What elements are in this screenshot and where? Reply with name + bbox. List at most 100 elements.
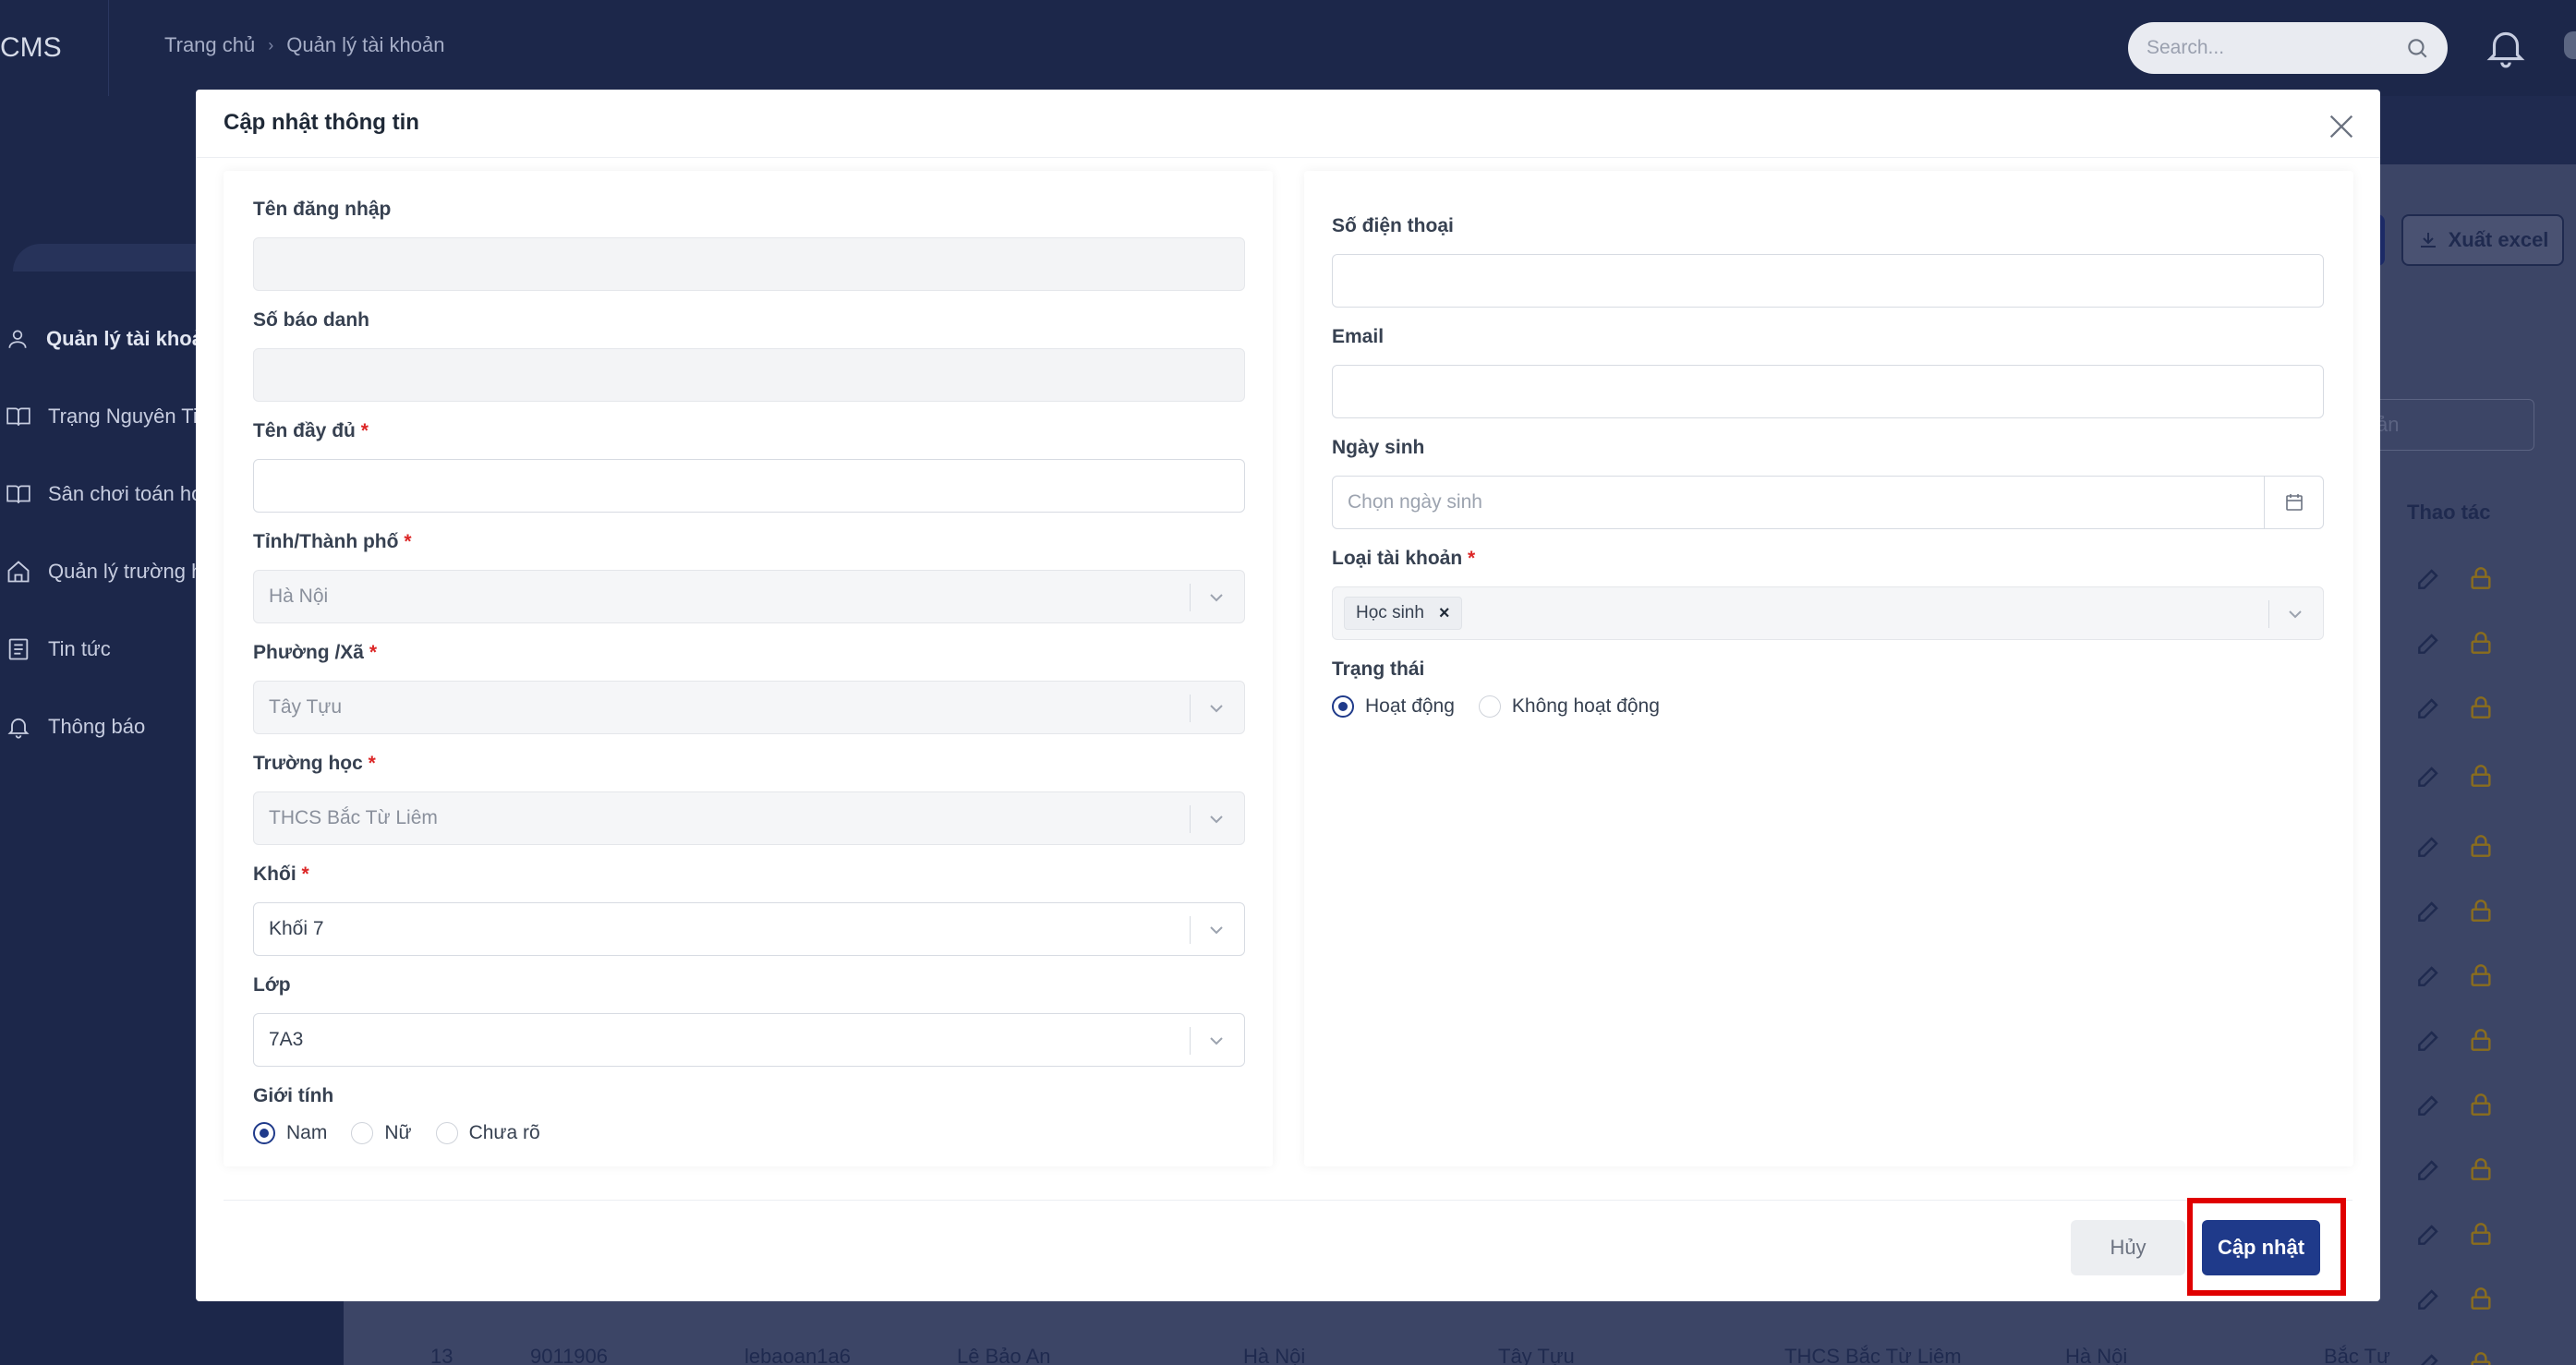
select-divider xyxy=(1190,695,1191,722)
remove-tag-icon[interactable]: × xyxy=(1439,603,1450,624)
edit-icon[interactable] xyxy=(2414,896,2444,925)
edit-icon[interactable] xyxy=(2414,1348,2444,1365)
gender-radio-group: Nam Nữ Chưa rõ xyxy=(253,1122,540,1144)
select-divider xyxy=(1190,916,1191,944)
calendar-button[interactable] xyxy=(2264,477,2323,528)
gender-label: Giới tính xyxy=(253,1085,334,1106)
gender-radio-chua-ro[interactable]: Chưa rõ xyxy=(435,1122,540,1144)
grade-value: Khối 7 xyxy=(269,918,324,939)
select-divider xyxy=(1190,1027,1191,1055)
lock-icon[interactable] xyxy=(2466,831,2496,861)
radio-label: Hoạt động xyxy=(1365,695,1455,717)
calendar-icon xyxy=(2285,494,2303,511)
app-logo[interactable]: CMS xyxy=(0,0,109,96)
fullname-field[interactable] xyxy=(253,459,1245,513)
lock-icon[interactable] xyxy=(2466,1348,2496,1365)
chevron-down-icon[interactable] xyxy=(1205,919,1228,941)
row-actions xyxy=(2414,831,2497,861)
dob-placeholder: Chọn ngày sinh xyxy=(1348,491,1482,513)
edit-icon[interactable] xyxy=(2414,1284,2444,1313)
edit-icon[interactable] xyxy=(2414,1090,2444,1119)
edit-icon[interactable] xyxy=(2414,563,2444,593)
lock-icon[interactable] xyxy=(2466,628,2496,658)
tag-label: Học sinh xyxy=(1356,603,1424,622)
modal-header: Cập nhật thông tin xyxy=(196,90,2380,158)
province-label: Tỉnh/Thành phố * xyxy=(253,531,412,552)
edit-icon[interactable] xyxy=(2414,831,2444,861)
lock-icon[interactable] xyxy=(2466,693,2496,722)
select-divider xyxy=(2268,600,2269,628)
lock-icon[interactable] xyxy=(2466,1219,2496,1249)
username-field xyxy=(253,237,1245,291)
cancel-button[interactable]: Hủy xyxy=(2071,1220,2185,1275)
notification-bell-icon[interactable] xyxy=(2483,24,2529,70)
cell-city-2: Hà Nội xyxy=(2065,1345,2128,1365)
export-excel-button[interactable]: Xuất excel xyxy=(2401,214,2564,266)
edit-icon[interactable] xyxy=(2414,761,2444,791)
email-label: Email xyxy=(1332,326,1385,347)
dob-picker[interactable]: Chọn ngày sinh xyxy=(1332,476,2324,529)
chevron-down-icon xyxy=(2289,610,2302,619)
lock-icon[interactable] xyxy=(2466,960,2496,990)
username-label: Tên đăng nhập xyxy=(253,199,392,220)
avatar[interactable] xyxy=(2564,31,2576,59)
province-value: Hà Nội xyxy=(269,586,329,607)
export-excel-label: Xuất excel xyxy=(2448,228,2549,251)
close-button[interactable] xyxy=(2323,108,2360,145)
radio-dot xyxy=(253,1122,275,1144)
row-actions xyxy=(2414,1219,2497,1249)
email-field[interactable] xyxy=(1332,365,2324,418)
account-type-filter[interactable]: ản xyxy=(2355,399,2534,451)
status-label: Trạng thái xyxy=(1332,658,1425,680)
modal-title: Cập nhật thông tin xyxy=(224,110,419,135)
school-label: Trường học * xyxy=(253,753,376,774)
cell-username: lebaoan1a6 xyxy=(744,1345,852,1365)
grade-select[interactable]: Khối 7 xyxy=(253,902,1245,956)
gender-radio-nu[interactable]: Nữ xyxy=(351,1122,412,1144)
edit-icon[interactable] xyxy=(2414,960,2444,990)
gender-radio-nam[interactable]: Nam xyxy=(253,1122,327,1144)
sidebar-item-label: Quản lý tài khoản xyxy=(46,327,216,350)
lock-icon[interactable] xyxy=(2466,1025,2496,1055)
lock-icon[interactable] xyxy=(2466,1284,2496,1313)
select-divider xyxy=(1190,584,1191,611)
ward-select: Tây Tựu xyxy=(253,681,1245,734)
radio-label: Không hoạt động xyxy=(1511,695,1660,717)
search-placeholder: Search... xyxy=(2147,37,2225,58)
breadcrumb-separator-icon: › xyxy=(268,35,274,54)
radio-dot xyxy=(351,1122,374,1144)
row-actions xyxy=(2414,1348,2497,1365)
row-actions xyxy=(2414,1025,2497,1055)
row-actions xyxy=(2414,693,2497,722)
lock-icon[interactable] xyxy=(2466,1090,2496,1119)
lock-icon[interactable] xyxy=(2466,896,2496,925)
lock-icon[interactable] xyxy=(2466,1154,2496,1184)
news-icon xyxy=(8,638,29,660)
search-input[interactable]: Search... xyxy=(2128,22,2448,74)
class-select[interactable]: 7A3 xyxy=(253,1013,1245,1067)
edit-icon[interactable] xyxy=(2414,1154,2444,1184)
status-radio-active[interactable]: Hoạt động xyxy=(1332,695,1455,718)
edit-icon[interactable] xyxy=(2414,1219,2444,1249)
edit-icon[interactable] xyxy=(2414,1025,2444,1055)
status-radio-inactive[interactable]: Không hoạt động xyxy=(1478,695,1660,718)
phone-field[interactable] xyxy=(1332,254,2324,308)
row-actions xyxy=(2414,761,2497,791)
radio-dot xyxy=(1332,695,1354,718)
chevron-down-icon[interactable] xyxy=(1205,1030,1228,1052)
highlight-annotation xyxy=(2187,1198,2346,1296)
breadcrumb-current[interactable]: Quản lý tài khoản xyxy=(286,33,444,57)
radio-dot xyxy=(1478,695,1501,718)
account-type-tag: Học sinh × xyxy=(1344,597,1462,630)
search-icon[interactable] xyxy=(2405,36,2429,60)
lock-icon[interactable] xyxy=(2466,761,2496,791)
breadcrumb-home[interactable]: Trang chủ xyxy=(164,33,255,57)
dob-label: Ngày sinh xyxy=(1332,437,1425,458)
class-label: Lớp xyxy=(253,974,291,996)
chevron-down-icon xyxy=(1210,815,1223,824)
edit-icon[interactable] xyxy=(2414,693,2444,722)
edit-icon[interactable] xyxy=(2414,628,2444,658)
chevron-down-icon xyxy=(1210,705,1223,713)
close-icon xyxy=(2329,115,2353,139)
lock-icon[interactable] xyxy=(2466,563,2496,593)
